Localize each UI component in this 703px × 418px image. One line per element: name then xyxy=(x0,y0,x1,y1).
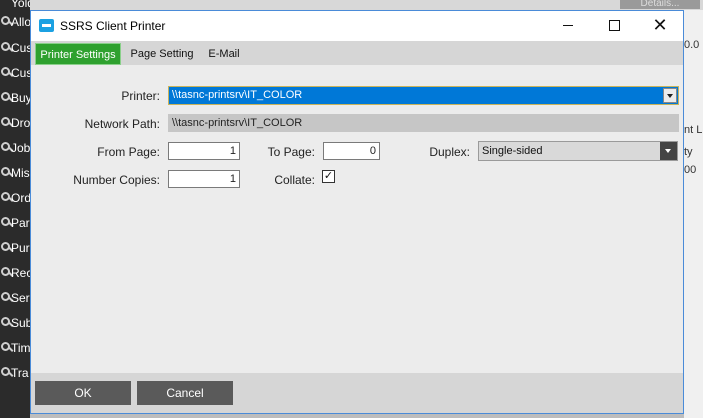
search-icon xyxy=(1,92,10,101)
search-icon xyxy=(1,67,10,76)
dialog-footer: OK Cancel xyxy=(31,373,683,413)
sidebar-item-label: Allo xyxy=(11,15,30,29)
grid-cell: 0.0 xyxy=(684,39,700,51)
background-toolbar xyxy=(30,0,703,10)
to-page-label: To Page: xyxy=(267,145,315,159)
sidebar-item[interactable]: Cus xyxy=(0,63,30,85)
search-icon xyxy=(1,42,10,51)
search-icon xyxy=(1,217,10,226)
sidebar-item[interactable]: Allo xyxy=(0,12,30,34)
search-icon xyxy=(1,342,10,351)
grid-cell: ty xyxy=(684,146,693,158)
ssrs-client-printer-dialog: SSRS Client Printer ✕ Printer Settings P… xyxy=(30,10,684,414)
search-icon xyxy=(1,16,10,25)
tab-page-setting[interactable]: Page Setting xyxy=(127,43,197,65)
sidebar-item[interactable]: Buy xyxy=(0,88,30,110)
chevron-down-icon xyxy=(665,149,671,153)
sidebar-item[interactable]: Ord xyxy=(0,188,30,210)
app-icon xyxy=(39,19,54,32)
number-copies-input[interactable]: 1 xyxy=(168,170,240,188)
printer-select[interactable]: \\tasnc-printsrv\IT_COLOR xyxy=(168,86,679,105)
search-icon xyxy=(1,367,10,376)
sidebar-item-label: Tra xyxy=(11,366,29,380)
title-bar[interactable]: SSRS Client Printer ✕ xyxy=(31,11,683,41)
from-page-label: From Page: xyxy=(97,145,160,159)
duplex-dropdown-button[interactable] xyxy=(660,142,677,160)
cancel-button[interactable]: Cancel xyxy=(137,381,233,405)
sidebar-item-label: Mis xyxy=(11,166,30,180)
sidebar-item-label: Cus xyxy=(11,41,30,55)
sidebar-item-label: Pur xyxy=(11,241,30,255)
sidebar-item[interactable]: Cus xyxy=(0,38,30,60)
sidebar-item-label: Yold Pat xyxy=(11,0,30,10)
network-path-field: \\tasnc-printsrv\IT_COLOR xyxy=(168,114,679,132)
collate-checkbox[interactable]: ✓ xyxy=(322,170,335,183)
sidebar-item-label: Par xyxy=(11,216,30,230)
network-path-label: Network Path: xyxy=(84,117,160,131)
sidebar-item[interactable]: Ser xyxy=(0,288,30,310)
background-statusbar xyxy=(30,414,684,418)
search-icon xyxy=(1,317,10,326)
sidebar-item[interactable]: Pur xyxy=(0,238,30,260)
chevron-down-icon xyxy=(667,94,673,98)
sidebar-item-label: Ord xyxy=(11,191,30,205)
sidebar-item-label: Job xyxy=(11,141,30,155)
grid-cell: nt L xyxy=(684,124,703,136)
sidebar-item[interactable]: Sub xyxy=(0,313,30,335)
search-icon xyxy=(1,142,10,151)
printer-value: \\tasnc-printsrv\IT_COLOR xyxy=(172,89,303,101)
sidebar-item[interactable]: Tra xyxy=(0,363,30,385)
dialog-title: SSRS Client Printer xyxy=(60,19,166,33)
close-button[interactable]: ✕ xyxy=(637,11,683,41)
sidebar-item-label: Buy xyxy=(11,91,30,105)
sidebar-item[interactable]: Mis xyxy=(0,163,30,185)
sidebar-item-label: Rec xyxy=(11,266,30,280)
sidebar-item-label: Tim xyxy=(11,341,30,355)
background-grid: 0.0 nt L ty 00 xyxy=(684,10,703,418)
search-icon xyxy=(1,267,10,276)
details-button[interactable]: Details... xyxy=(620,0,700,9)
sidebar-item[interactable]: Par xyxy=(0,213,30,235)
checkmark-icon: ✓ xyxy=(323,170,334,182)
close-icon: ✕ xyxy=(652,15,668,35)
search-icon xyxy=(1,117,10,126)
grid-cell: 00 xyxy=(684,164,697,176)
background-sidebar: Yold Pat Allo Cus Cus Buy Dro Job Mis Or… xyxy=(0,0,30,418)
sidebar-item-label: Sub xyxy=(11,316,30,330)
search-icon xyxy=(1,167,10,176)
sidebar-item[interactable]: Dro xyxy=(0,113,30,135)
sidebar-item-label: Dro xyxy=(11,116,30,130)
sidebar-item-label: Cus xyxy=(11,66,30,80)
minimize-icon xyxy=(563,25,573,27)
maximize-button[interactable] xyxy=(591,11,637,41)
collate-label: Collate: xyxy=(274,173,315,187)
printer-dropdown-button[interactable] xyxy=(663,88,677,103)
maximize-icon xyxy=(608,20,620,32)
number-copies-label: Number Copies: xyxy=(73,173,160,187)
search-icon xyxy=(1,192,10,201)
sidebar-item[interactable]: Tim xyxy=(0,338,30,360)
duplex-value: Single-sided xyxy=(482,145,543,157)
to-page-input[interactable]: 0 xyxy=(323,142,380,160)
ok-button[interactable]: OK xyxy=(35,381,131,405)
sidebar-item[interactable]: Rec xyxy=(0,263,30,285)
from-page-input[interactable]: 1 xyxy=(168,142,240,160)
tab-e-mail[interactable]: E-Mail xyxy=(206,43,242,65)
search-icon xyxy=(1,242,10,251)
duplex-label: Duplex: xyxy=(429,145,470,159)
search-icon xyxy=(1,292,10,301)
sidebar-item-label: Ser xyxy=(11,291,30,305)
printer-label: Printer: xyxy=(121,89,160,103)
duplex-select[interactable]: Single-sided xyxy=(478,141,678,161)
sidebar-item[interactable]: Job xyxy=(0,138,30,160)
tab-printer-settings[interactable]: Printer Settings xyxy=(35,43,121,65)
minimize-button[interactable] xyxy=(545,11,591,41)
tab-bar: Printer Settings Page Setting E-Mail xyxy=(31,41,683,65)
